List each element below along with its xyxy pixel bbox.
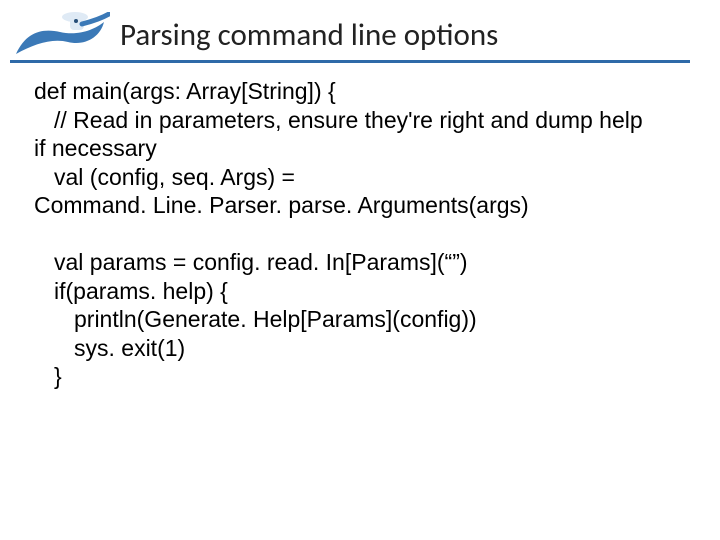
slide: Parsing command line options def main(ar… bbox=[0, 0, 720, 540]
code-line: Command. Line. Parser. parse. Arguments(… bbox=[34, 191, 686, 220]
code-line: if necessary bbox=[34, 134, 686, 163]
code-line: } bbox=[34, 362, 686, 391]
code-blank-line bbox=[34, 220, 686, 249]
code-block: def main(args: Array[String]) { // Read … bbox=[0, 77, 720, 391]
code-line: val params = config. read. In[Params](“”… bbox=[34, 248, 686, 277]
code-line: def main(args: Array[String]) { bbox=[34, 77, 686, 106]
logo-icon bbox=[10, 12, 110, 60]
code-line: if(params. help) { bbox=[34, 277, 686, 306]
code-line: println(Generate. Help[Params](config)) bbox=[34, 305, 686, 334]
page-title: Parsing command line options bbox=[120, 16, 498, 56]
code-line: val (config, seq. Args) = bbox=[34, 163, 686, 192]
code-line: // Read in parameters, ensure they're ri… bbox=[34, 106, 686, 135]
slide-header: Parsing command line options bbox=[10, 12, 690, 63]
code-line: sys. exit(1) bbox=[34, 334, 686, 363]
